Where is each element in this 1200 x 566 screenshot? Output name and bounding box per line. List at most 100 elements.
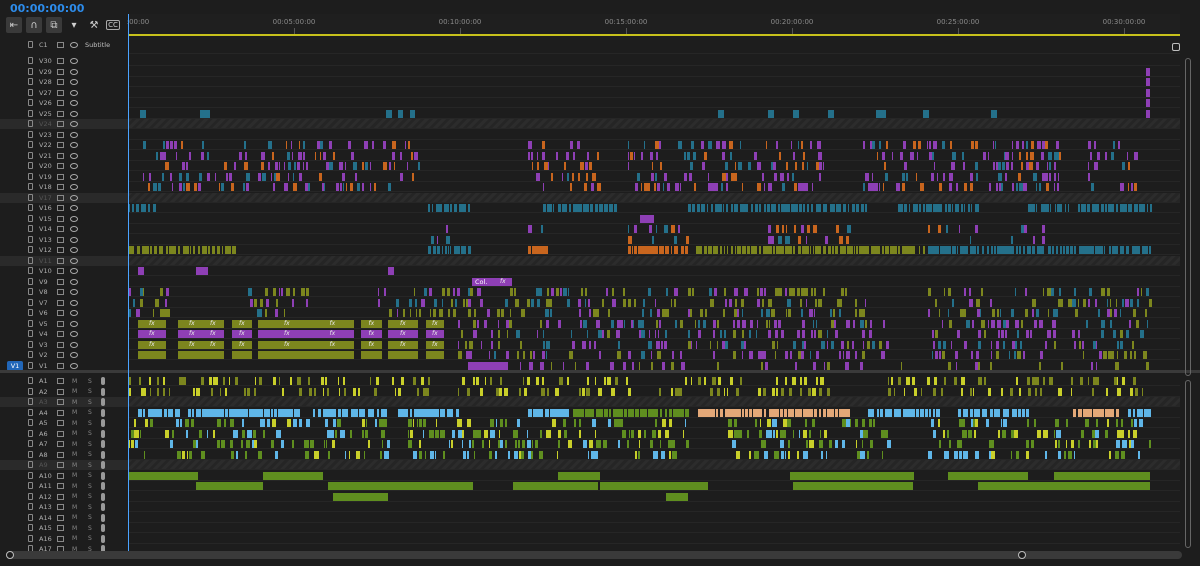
video-audio-divider[interactable] bbox=[0, 370, 1200, 373]
clip[interactable] bbox=[783, 429, 786, 438]
clip[interactable] bbox=[993, 141, 995, 149]
clip[interactable] bbox=[309, 387, 312, 396]
clip[interactable] bbox=[1037, 141, 1041, 149]
clip[interactable] bbox=[478, 429, 482, 438]
sync-lock-icon[interactable] bbox=[57, 184, 64, 190]
video-lane-v23[interactable] bbox=[128, 130, 1180, 140]
lock-icon[interactable] bbox=[28, 151, 33, 159]
clip[interactable] bbox=[206, 172, 210, 181]
clip[interactable] bbox=[662, 419, 666, 427]
clip[interactable] bbox=[161, 172, 165, 181]
clip[interactable] bbox=[675, 183, 679, 191]
clip[interactable] bbox=[349, 429, 353, 438]
clip[interactable] bbox=[466, 387, 471, 396]
playhead[interactable] bbox=[128, 14, 129, 552]
clip[interactable] bbox=[414, 298, 417, 307]
clip[interactable] bbox=[571, 340, 575, 349]
clip[interactable] bbox=[547, 162, 550, 170]
clip[interactable] bbox=[1066, 246, 1070, 254]
clip[interactable] bbox=[479, 387, 484, 396]
clip[interactable] bbox=[1140, 330, 1144, 338]
clip[interactable] bbox=[225, 408, 229, 417]
fx-clip[interactable]: fx bbox=[388, 330, 418, 338]
eye-icon[interactable] bbox=[70, 236, 78, 243]
clip[interactable] bbox=[214, 172, 217, 181]
clip[interactable] bbox=[779, 151, 781, 160]
clip[interactable] bbox=[514, 450, 518, 459]
fx-clip[interactable]: fx bbox=[388, 319, 418, 328]
clip[interactable] bbox=[734, 419, 738, 427]
clip[interactable] bbox=[1043, 246, 1045, 254]
clip[interactable] bbox=[302, 162, 305, 170]
clip[interactable] bbox=[876, 109, 886, 118]
clip[interactable] bbox=[700, 309, 703, 317]
voiceover-mic-icon[interactable] bbox=[101, 429, 105, 438]
clip[interactable] bbox=[825, 235, 829, 244]
mute-button[interactable]: M bbox=[72, 472, 77, 479]
fx-clip[interactable] bbox=[361, 351, 382, 359]
clip[interactable] bbox=[168, 387, 171, 396]
clip[interactable] bbox=[197, 246, 201, 254]
clip[interactable] bbox=[939, 440, 941, 448]
clip[interactable] bbox=[384, 408, 387, 417]
clip[interactable] bbox=[876, 408, 880, 417]
clip[interactable] bbox=[855, 298, 857, 307]
clip[interactable] bbox=[144, 419, 148, 427]
clip[interactable] bbox=[654, 172, 657, 181]
clip[interactable] bbox=[196, 482, 263, 490]
clip[interactable] bbox=[708, 246, 712, 254]
clip[interactable] bbox=[588, 340, 591, 349]
clip[interactable] bbox=[1136, 288, 1139, 296]
horizontal-scrollbar[interactable] bbox=[6, 551, 1182, 559]
clip[interactable] bbox=[157, 387, 159, 396]
solo-button[interactable]: S bbox=[88, 399, 92, 406]
clip[interactable] bbox=[233, 429, 238, 438]
clip[interactable] bbox=[545, 309, 549, 317]
clip[interactable] bbox=[998, 172, 1002, 181]
clip[interactable] bbox=[898, 183, 901, 191]
clip[interactable] bbox=[166, 246, 168, 254]
clip[interactable] bbox=[144, 450, 146, 459]
clip[interactable] bbox=[826, 340, 829, 349]
lock-icon[interactable] bbox=[28, 361, 33, 369]
clip[interactable] bbox=[233, 162, 236, 170]
clip[interactable] bbox=[771, 340, 775, 349]
clip[interactable] bbox=[458, 319, 461, 328]
clip[interactable] bbox=[419, 419, 422, 427]
clip[interactable] bbox=[845, 235, 849, 244]
clip[interactable] bbox=[558, 377, 563, 385]
clip[interactable] bbox=[948, 319, 953, 328]
clip[interactable] bbox=[681, 361, 686, 370]
clip[interactable] bbox=[599, 351, 601, 359]
clip[interactable] bbox=[1044, 172, 1046, 181]
clip[interactable] bbox=[1099, 351, 1103, 359]
clip[interactable] bbox=[744, 319, 746, 328]
clip[interactable] bbox=[904, 387, 906, 396]
clip[interactable] bbox=[462, 298, 466, 307]
clip[interactable] bbox=[669, 408, 673, 417]
clip[interactable] bbox=[564, 204, 567, 212]
caption-lane[interactable] bbox=[128, 40, 1180, 54]
scroll-start-handle[interactable] bbox=[6, 551, 14, 559]
clip[interactable] bbox=[179, 183, 182, 191]
clip[interactable] bbox=[846, 408, 851, 417]
clip[interactable] bbox=[834, 319, 836, 328]
clip[interactable] bbox=[283, 162, 286, 170]
clip[interactable] bbox=[1033, 319, 1037, 328]
clip[interactable] bbox=[515, 298, 519, 307]
lock-icon[interactable] bbox=[28, 319, 33, 327]
clip[interactable] bbox=[899, 151, 904, 160]
lock-icon[interactable] bbox=[28, 267, 33, 274]
clip[interactable] bbox=[620, 319, 623, 328]
clip[interactable] bbox=[432, 309, 437, 317]
clip[interactable] bbox=[163, 387, 166, 396]
clip[interactable] bbox=[261, 151, 265, 160]
clip[interactable] bbox=[697, 204, 700, 212]
clip[interactable] bbox=[984, 408, 988, 417]
clip[interactable] bbox=[1050, 288, 1055, 296]
clip[interactable] bbox=[839, 204, 842, 212]
solo-button[interactable]: S bbox=[88, 388, 92, 395]
clip[interactable] bbox=[337, 408, 341, 417]
clip[interactable] bbox=[704, 204, 706, 212]
clip[interactable] bbox=[741, 408, 744, 417]
